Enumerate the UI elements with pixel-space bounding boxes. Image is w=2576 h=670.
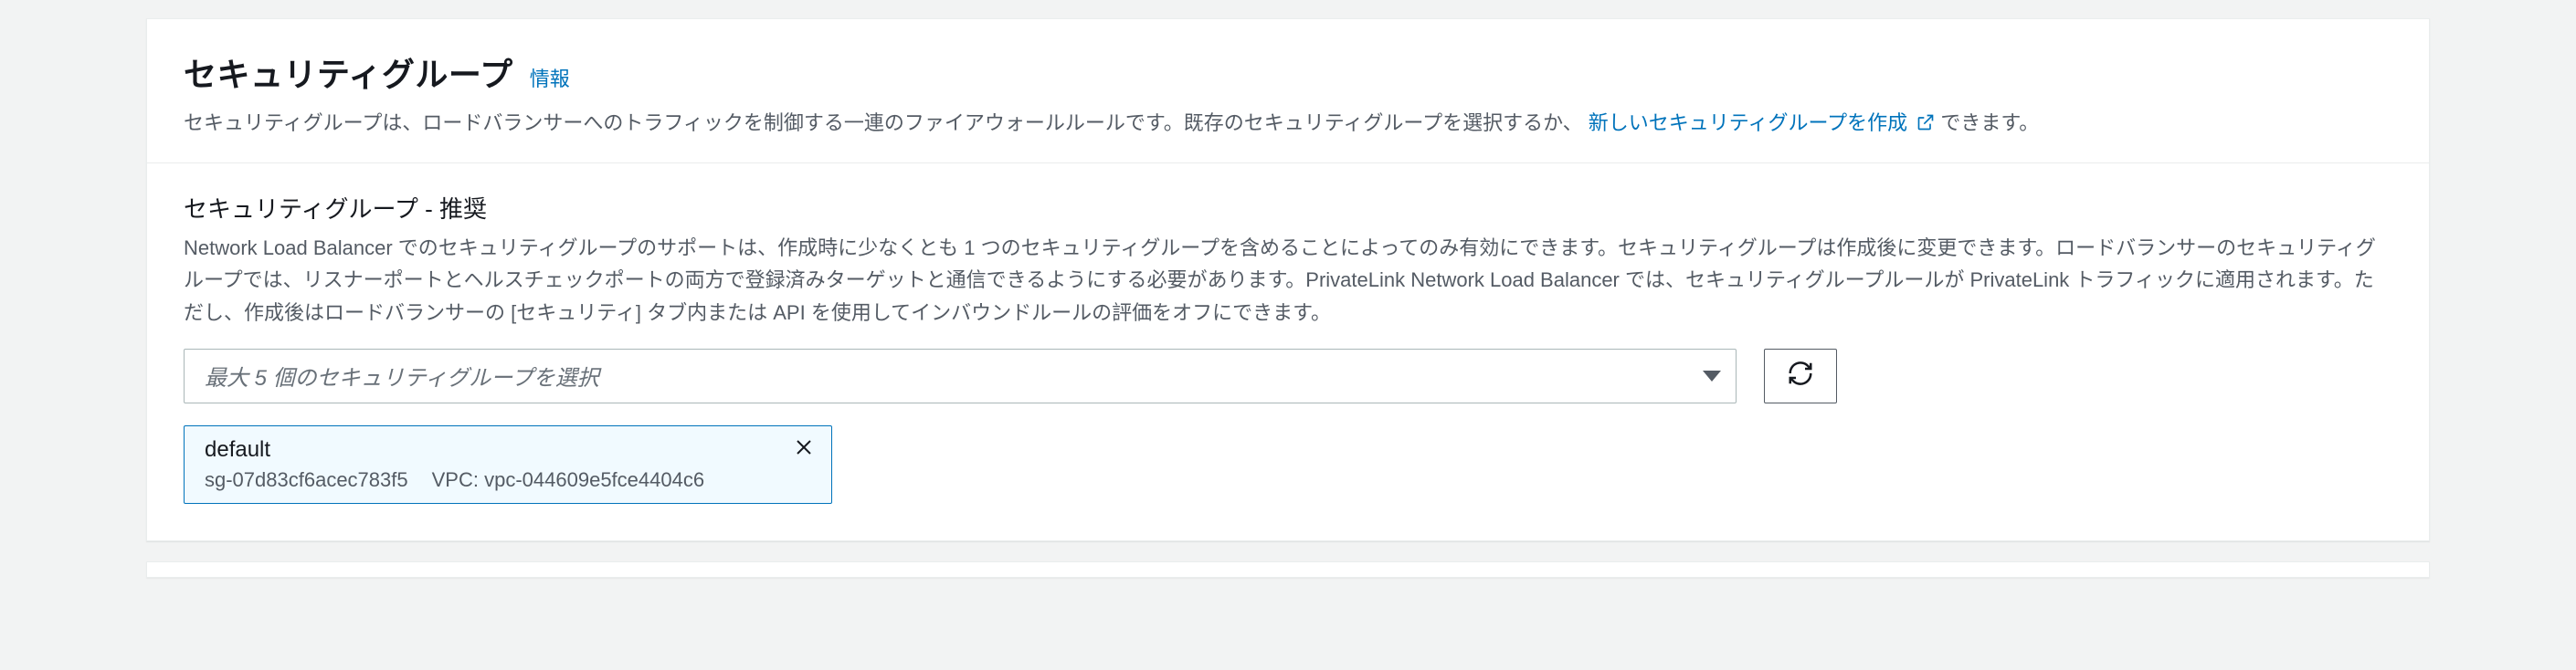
selected-sg-token: default sg-07d83cf6acec783f5 VPC: vpc-04…: [184, 425, 832, 504]
token-name: default: [205, 437, 784, 463]
close-icon: [793, 436, 815, 463]
remove-token-button[interactable]: [791, 437, 817, 463]
desc-text-after: できます。: [1940, 111, 2039, 134]
panel-description: セキュリティグループは、ロードバランサーへのトラフィックを制御する一連のファイア…: [184, 107, 2392, 141]
token-sg-id: sg-07d83cf6acec783f5: [205, 468, 408, 492]
panel-body: セキュリティグループ - 推奨 Network Load Balancer での…: [147, 163, 2429, 540]
security-group-select[interactable]: 最大 5 個のセキュリティグループを選択: [184, 349, 1737, 403]
token-vpc-id: vpc-044609e5fce4404c6: [484, 468, 704, 491]
next-panel-sliver: [146, 561, 2430, 578]
security-groups-panel: セキュリティグループ 情報 セキュリティグループは、ロードバランサーへのトラフィ…: [146, 18, 2430, 541]
create-link-text: 新しいセキュリティグループを作成: [1589, 111, 1907, 134]
token-vpc-label: VPC:: [432, 468, 479, 491]
select-placeholder: 最大 5 個のセキュリティグループを選択: [205, 360, 599, 392]
panel-title: セキュリティグループ: [184, 48, 513, 96]
caret-down-icon: [1703, 371, 1721, 382]
refresh-icon: [1787, 360, 1814, 392]
section-description: Network Load Balancer でのセキュリティグループのサポートは…: [184, 232, 2392, 329]
create-security-group-link[interactable]: 新しいセキュリティグループを作成: [1589, 111, 1941, 134]
info-link[interactable]: 情報: [530, 63, 570, 92]
refresh-button[interactable]: [1764, 349, 1837, 403]
external-link-icon: [1916, 109, 1935, 141]
panel-header: セキュリティグループ 情報 セキュリティグループは、ロードバランサーへのトラフィ…: [147, 19, 2429, 163]
section-subtitle: セキュリティグループ - 推奨: [184, 191, 2392, 225]
desc-text-before: セキュリティグループは、ロードバランサーへのトラフィックを制御する一連のファイア…: [184, 111, 1583, 134]
token-vpc: VPC: vpc-044609e5fce4404c6: [432, 468, 704, 492]
